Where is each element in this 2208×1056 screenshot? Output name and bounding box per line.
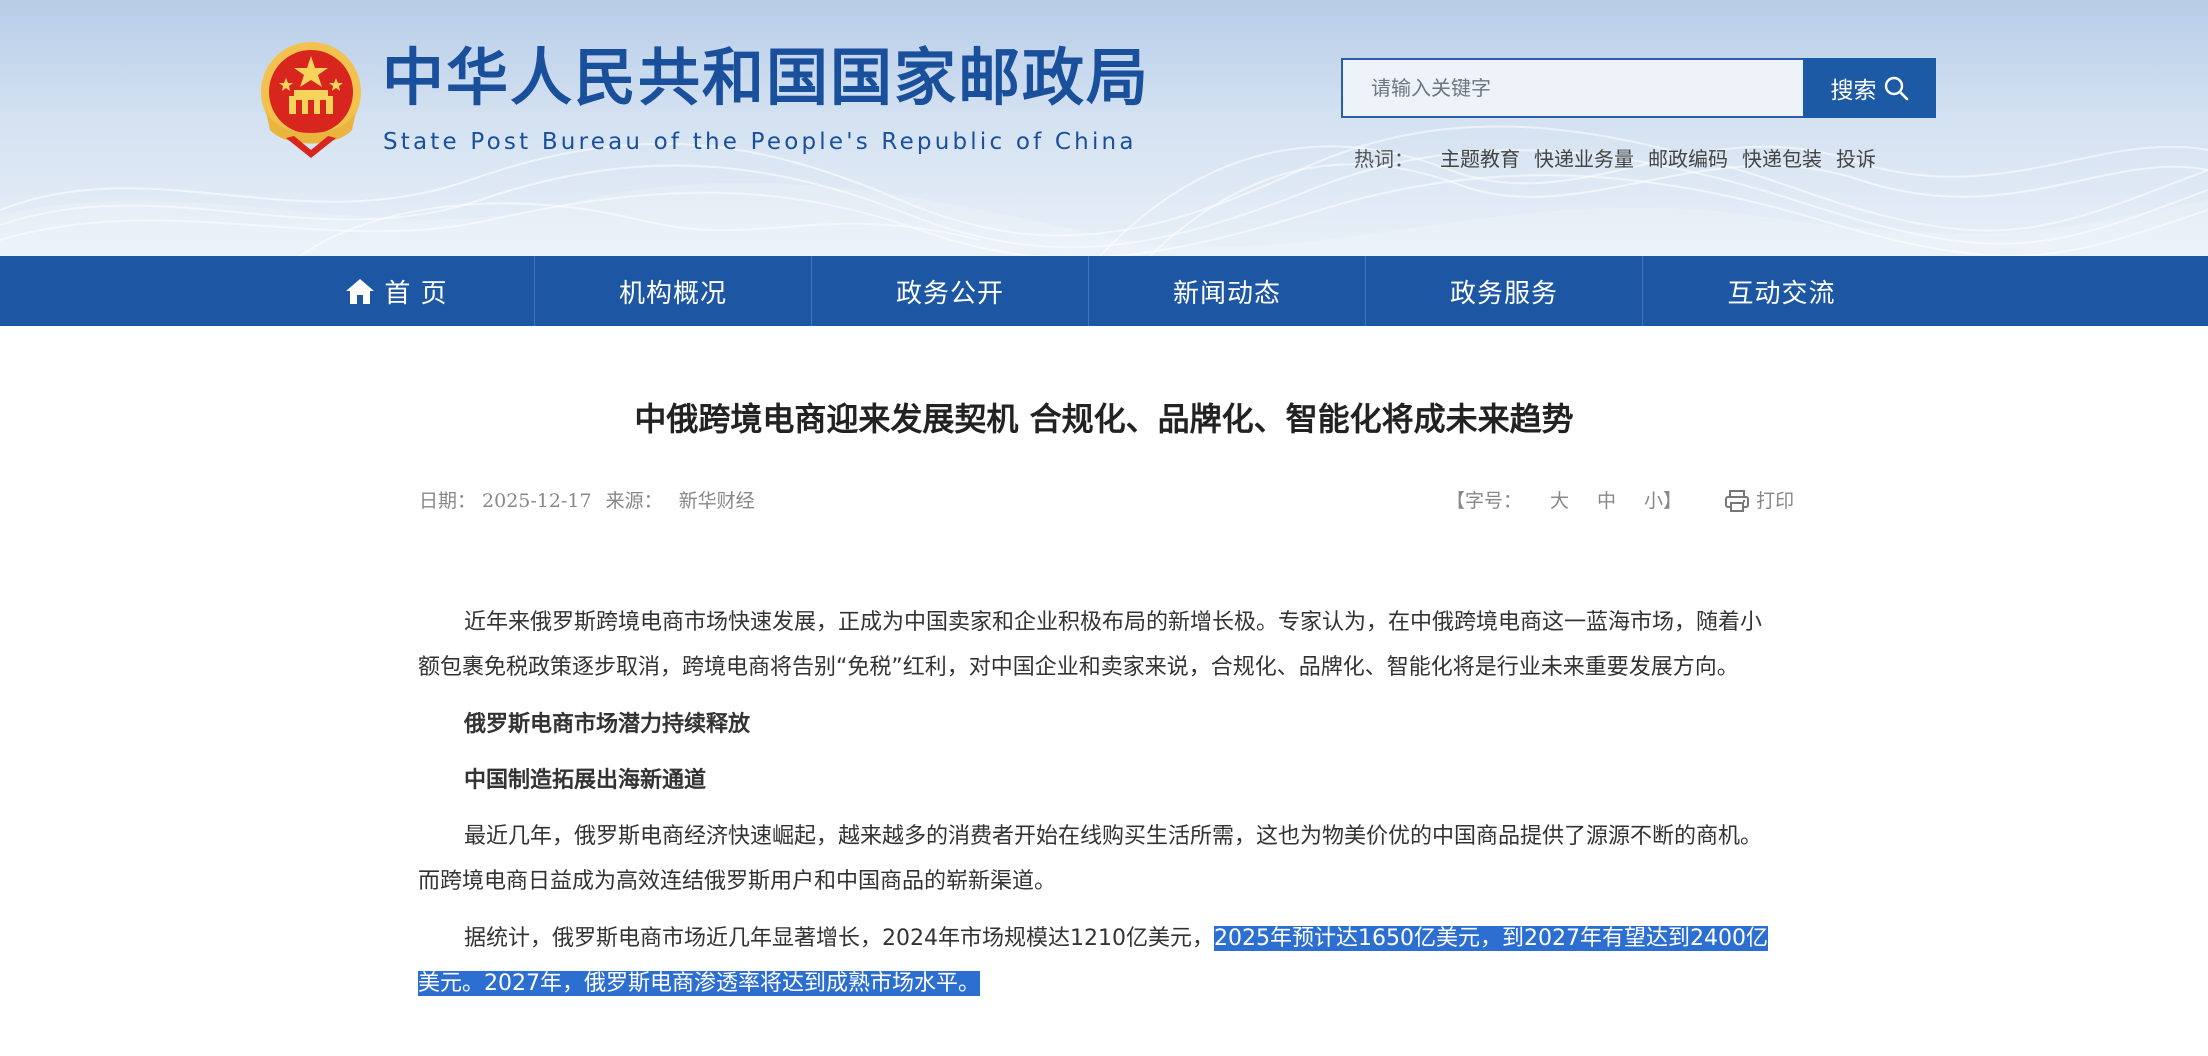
article-source: 新华财经 [678,490,755,512]
print-button[interactable]: 打印 [1724,486,1794,516]
print-label: 打印 [1756,490,1795,512]
site-header: 中华人民共和国国家邮政局 State Post Bureau of the Pe… [0,0,2208,256]
date-label: 日期： [419,490,477,512]
search-icon [1884,76,1908,101]
site-title-english: State Post Bureau of the People's Republ… [383,129,1137,155]
search-input[interactable] [1341,58,1803,118]
nav-item-news[interactable]: 新闻动态 [1089,256,1366,326]
article-date: 2025-12-17 [482,490,592,512]
nav-item-label: 首 页 [384,278,448,309]
article-meta: 日期： 2025-12-17 来源： 新华财经 [419,486,761,516]
article-body: 近年来俄罗斯跨境电商市场快速发展，正成为中国卖家和企业积极布局的新增长极。专家认… [418,600,1776,1018]
article-paragraph: 最近几年，俄罗斯电商经济快速崛起，越来越多的消费者开始在线购买生活所需，这也为物… [418,824,1763,894]
nav-item-label: 新闻动态 [1172,278,1281,309]
nav-item-label: 机构概况 [618,278,727,309]
paragraph-plain-text: 据统计，俄罗斯电商市场近几年显著增长，2024年市场规模达1210亿美元， [464,926,1214,951]
hotword-link[interactable]: 邮政编码 [1648,143,1728,172]
hotwords-bar: 热词： 主题教育 快递业务量 邮政编码 快递包装 投诉 [1354,140,1890,174]
hotword-link[interactable]: 快递包装 [1742,143,1822,172]
article-paragraph: 近年来俄罗斯跨境电商市场快速发展，正成为中国卖家和企业积极布局的新增长极。专家认… [418,610,1763,680]
nav-item-organization[interactable]: 机构概况 [535,256,812,326]
nav-item-government-affairs[interactable]: 政务公开 [812,256,1089,326]
hotword-link[interactable]: 主题教育 [1440,143,1520,172]
hotwords-label: 热词： [1354,146,1414,171]
national-emblem-icon [261,42,361,158]
hotword-link[interactable]: 投诉 [1836,143,1876,172]
nav-item-label: 政务服务 [1449,278,1558,309]
article-subheading: 中国制造拓展出海新通道 [464,768,707,793]
search-button[interactable]: 搜索 [1803,58,1936,118]
font-size-small-button[interactable]: 小】 [1644,486,1682,516]
font-size-large-button[interactable]: 大 [1550,486,1569,516]
site-title-chinese: 中华人民共和国国家邮政局 [382,41,1151,114]
search-button-label: 搜索 [1830,78,1877,104]
article-title: 中俄跨境电商迎来发展契机 合规化、品牌化、智能化将成未来趋势 [634,400,1574,438]
article-paragraph: 据统计，俄罗斯电商市场近几年显著增长，2024年市场规模达1210亿美元，202… [418,916,1776,1006]
source-label: 来源： [605,490,663,512]
nav-item-label: 互动交流 [1727,278,1836,309]
article-tools: 【字号： 大 中 小】 打印 [1446,486,1794,516]
hotword-link[interactable]: 快递业务量 [1534,143,1634,172]
home-icon [346,279,375,304]
printer-icon [1725,490,1750,512]
nav-item-services[interactable]: 政务服务 [1366,256,1643,326]
main-nav-items: 首 页 机构概况 政务公开 新闻动态 政务服务 互动交流 [258,256,1922,326]
font-size-medium-button[interactable]: 中 [1597,486,1616,516]
nav-item-label: 政务公开 [895,278,1004,309]
font-size-label: 【字号： [1446,490,1523,512]
article-subheading: 俄罗斯电商市场潜力持续释放 [464,712,751,737]
nav-item-home[interactable]: 首 页 [258,256,535,326]
main-nav: 首 页 机构概况 政务公开 新闻动态 政务服务 互动交流 [0,256,2208,326]
nav-item-interaction[interactable]: 互动交流 [1643,256,1920,326]
